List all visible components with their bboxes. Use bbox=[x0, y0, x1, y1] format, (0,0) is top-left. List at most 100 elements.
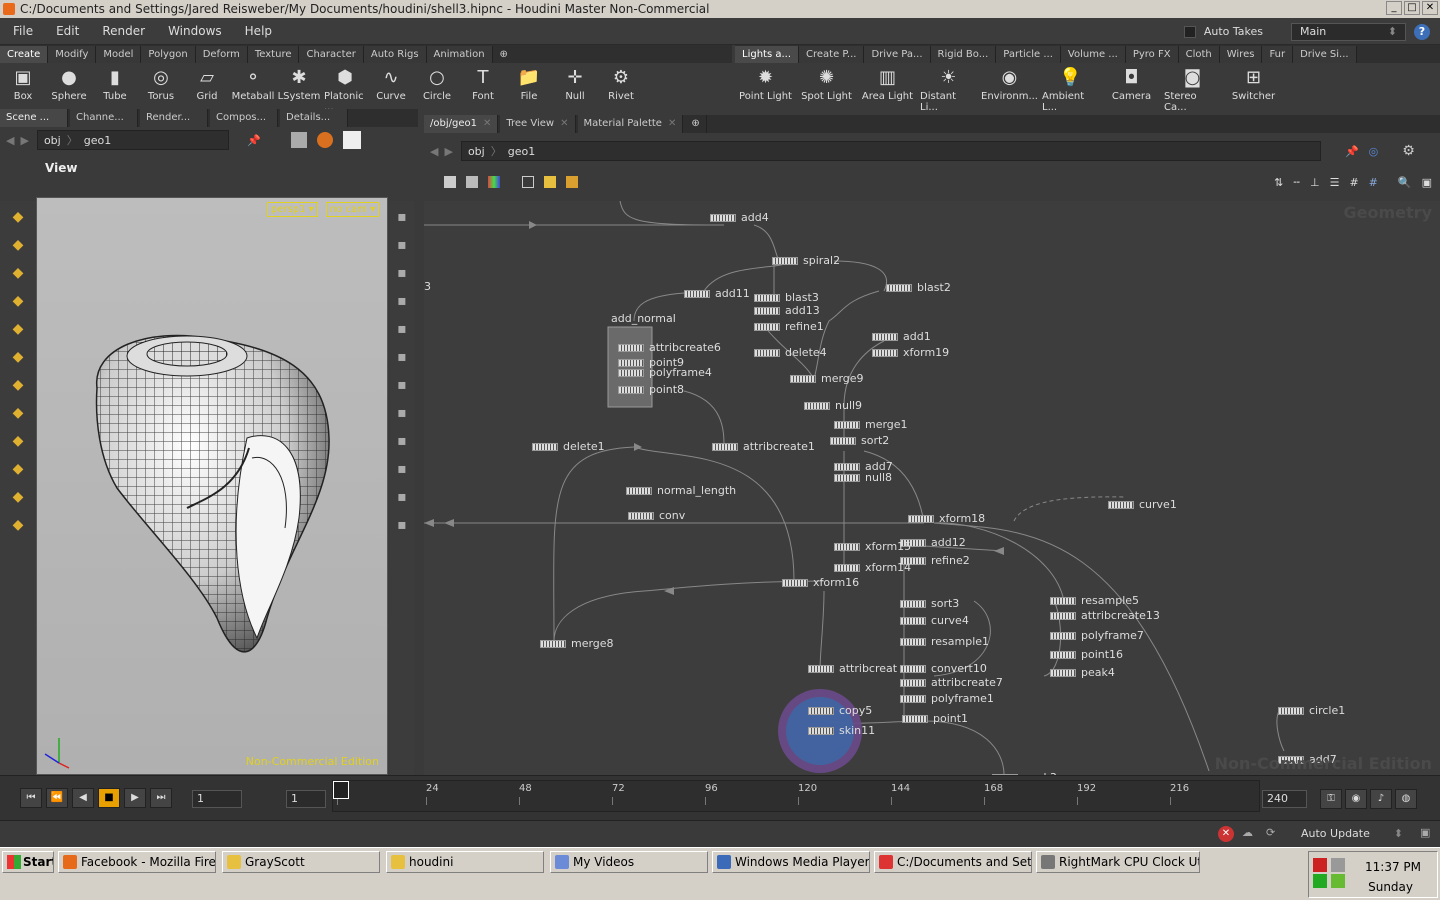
auto-takes-checkbox[interactable] bbox=[1183, 25, 1196, 38]
node-merge1[interactable]: merge1 bbox=[834, 418, 908, 431]
keys-icon[interactable]: ⚿ bbox=[1320, 789, 1342, 809]
close-button[interactable]: ✕ bbox=[1422, 1, 1438, 15]
shelf-tab-9[interactable]: Fur bbox=[1262, 46, 1294, 63]
tool-environment-light[interactable]: ◉ Environm... bbox=[979, 65, 1040, 103]
shelf-tab-create[interactable]: Create bbox=[0, 46, 49, 63]
shelf-tab-10[interactable]: Drive Si... bbox=[1293, 46, 1357, 63]
network-box-icon[interactable] bbox=[522, 176, 534, 188]
shelf-tab-deform[interactable]: Deform bbox=[195, 46, 248, 63]
node-attribcreate1[interactable]: attribcreate1 bbox=[712, 440, 815, 453]
tool-circle[interactable]: ○ Circle bbox=[414, 65, 460, 103]
taskbar-item-0[interactable]: Facebook - Mozilla Firefox bbox=[58, 851, 216, 873]
eye-icon[interactable]: ▪ bbox=[390, 513, 414, 537]
node-refine1[interactable]: refine1 bbox=[754, 320, 824, 333]
back-arrow-icon[interactable]: ◀ bbox=[6, 134, 14, 147]
tool-point-light[interactable]: ✹ Point Light bbox=[735, 65, 796, 103]
node-merge8[interactable]: merge8 bbox=[540, 637, 614, 650]
background-icon[interactable] bbox=[342, 131, 361, 149]
menu-file[interactable]: File bbox=[0, 24, 43, 38]
node-polyframe4[interactable]: polyframe4 bbox=[618, 366, 712, 379]
tray-cpu-icon[interactable] bbox=[1331, 858, 1345, 872]
ghost-icon[interactable]: ▪ bbox=[390, 373, 414, 397]
jump-end-button[interactable]: ⏭ bbox=[150, 788, 172, 808]
layout-icon[interactable]: ▪ bbox=[390, 485, 414, 509]
taskbar-item-4[interactable]: Windows Media Player bbox=[712, 851, 870, 873]
end-frame-field[interactable]: 240 bbox=[1262, 790, 1307, 808]
node-xform16[interactable]: xform16 bbox=[782, 576, 859, 589]
node-add13[interactable]: add13 bbox=[754, 304, 820, 317]
left-pane-tab-0[interactable]: Scene ... bbox=[0, 109, 68, 127]
tool-torus[interactable]: ◎ Torus bbox=[138, 65, 184, 103]
node-normal_length[interactable]: normal_length bbox=[626, 484, 736, 497]
sculpt-icon[interactable]: ◆ bbox=[6, 429, 30, 453]
display-options-icon[interactable]: ▪ bbox=[390, 205, 414, 229]
help-icon[interactable]: ? bbox=[1414, 23, 1430, 40]
node-null8[interactable]: null8 bbox=[834, 471, 892, 484]
node-curve1[interactable]: curve1 bbox=[1108, 498, 1177, 511]
node-skin11[interactable]: skin11 bbox=[808, 724, 875, 737]
rotate-icon[interactable]: ◆ bbox=[6, 261, 30, 285]
desktop-select[interactable]: Main ⬍ bbox=[1291, 22, 1406, 41]
tool-file[interactable]: 📁 File bbox=[506, 65, 552, 103]
update-icon[interactable]: ⟳ bbox=[1266, 826, 1275, 839]
jump-start-button[interactable]: ⏮ bbox=[20, 788, 42, 808]
node-attribcreate7[interactable]: attribcreate7 bbox=[900, 676, 1003, 689]
tool-area-light[interactable]: ▥ Area Light bbox=[857, 65, 918, 103]
network-tab-1[interactable]: Tree View ✕ bbox=[500, 115, 576, 133]
tray-camera-icon[interactable] bbox=[1313, 858, 1327, 872]
shelf-tab-3[interactable]: Rigid Bo... bbox=[930, 46, 997, 63]
tool-rivet[interactable]: ⚙ Rivet bbox=[598, 65, 644, 103]
shelf-tab-texture[interactable]: Texture bbox=[247, 46, 300, 63]
node-delete4[interactable]: delete4 bbox=[754, 346, 827, 359]
node-xform14[interactable]: xform14 bbox=[834, 561, 911, 574]
shelf-tab-0[interactable]: Lights a... bbox=[735, 46, 800, 63]
network-tab-0[interactable]: /obj/geo1 ✕ bbox=[424, 115, 499, 133]
shelf-tab-animation[interactable]: Animation bbox=[426, 46, 493, 63]
render-icon[interactable]: ◆ bbox=[6, 513, 30, 537]
add-tab-icon[interactable]: ⊕ bbox=[493, 46, 515, 63]
node-copy5[interactable]: copy5 bbox=[808, 704, 872, 717]
node-point1[interactable]: point1 bbox=[902, 712, 968, 725]
node-attribcreate13[interactable]: attribcreate13 bbox=[1050, 609, 1160, 622]
normals-icon[interactable]: ▪ bbox=[390, 261, 414, 285]
node-convert10[interactable]: convert10 bbox=[900, 662, 987, 675]
shelf-tab-auto-rigs[interactable]: Auto Rigs bbox=[363, 46, 427, 63]
node-blast2[interactable]: blast2 bbox=[886, 281, 951, 294]
tool-camera[interactable]: ◘ Camera bbox=[1101, 65, 1162, 103]
grid-toggle-icon[interactable]: # bbox=[1369, 176, 1378, 189]
search-icon[interactable]: 🔍 bbox=[1398, 176, 1412, 189]
node-null9[interactable]: null9 bbox=[804, 399, 862, 412]
node-add_normal[interactable]: add_normal bbox=[611, 312, 676, 325]
node-spiral2[interactable]: spiral2 bbox=[772, 254, 840, 267]
template-icon[interactable]: ▪ bbox=[390, 429, 414, 453]
sticky-note-icon[interactable] bbox=[544, 176, 556, 188]
node-conv[interactable]: conv bbox=[628, 509, 685, 522]
close-tab-icon[interactable]: ✕ bbox=[483, 118, 491, 129]
shelf-tab-8[interactable]: Wires bbox=[1219, 46, 1263, 63]
wireframe-icon[interactable]: ▪ bbox=[390, 289, 414, 313]
add-tab-icon[interactable]: ⊕ bbox=[685, 115, 707, 133]
stop-button[interactable]: ■ bbox=[98, 788, 120, 808]
node-attribcreat[interactable]: attribcreat bbox=[808, 662, 897, 675]
menu-windows[interactable]: Windows bbox=[155, 24, 232, 38]
tool-distant-light[interactable]: ☀ Distant Li... bbox=[918, 65, 979, 114]
forward-arrow-icon[interactable]: ▶ bbox=[444, 145, 452, 158]
tile-view-icon[interactable] bbox=[466, 176, 478, 188]
node-xform19[interactable]: xform19 bbox=[872, 346, 949, 359]
snap-icon[interactable]: ◆ bbox=[6, 457, 30, 481]
node-xform15[interactable]: xform15 bbox=[834, 540, 911, 553]
frame-field[interactable]: 1 bbox=[192, 790, 242, 808]
minimize-button[interactable]: _ bbox=[1386, 1, 1402, 15]
cache-icon[interactable]: ☁ bbox=[1242, 826, 1253, 839]
shelf-tab-6[interactable]: Pyro FX bbox=[1125, 46, 1179, 63]
scale-icon[interactable]: ◆ bbox=[6, 289, 30, 313]
tool-box[interactable]: ▣ Box bbox=[0, 65, 46, 103]
menu-edit[interactable]: Edit bbox=[43, 24, 89, 38]
forward-arrow-icon[interactable]: ▶ bbox=[20, 134, 28, 147]
timeline-track[interactable]: 124487296120144168192216 bbox=[332, 780, 1260, 812]
tool-spot-light[interactable]: ✺ Spot Light bbox=[796, 65, 857, 103]
play-button[interactable]: ▶ bbox=[124, 788, 146, 808]
close-tab-icon[interactable]: ✕ bbox=[560, 118, 568, 129]
update-mode-select[interactable]: Auto Update ⬍ bbox=[1292, 825, 1412, 843]
shelf-tab-polygon[interactable]: Polygon bbox=[141, 46, 196, 63]
